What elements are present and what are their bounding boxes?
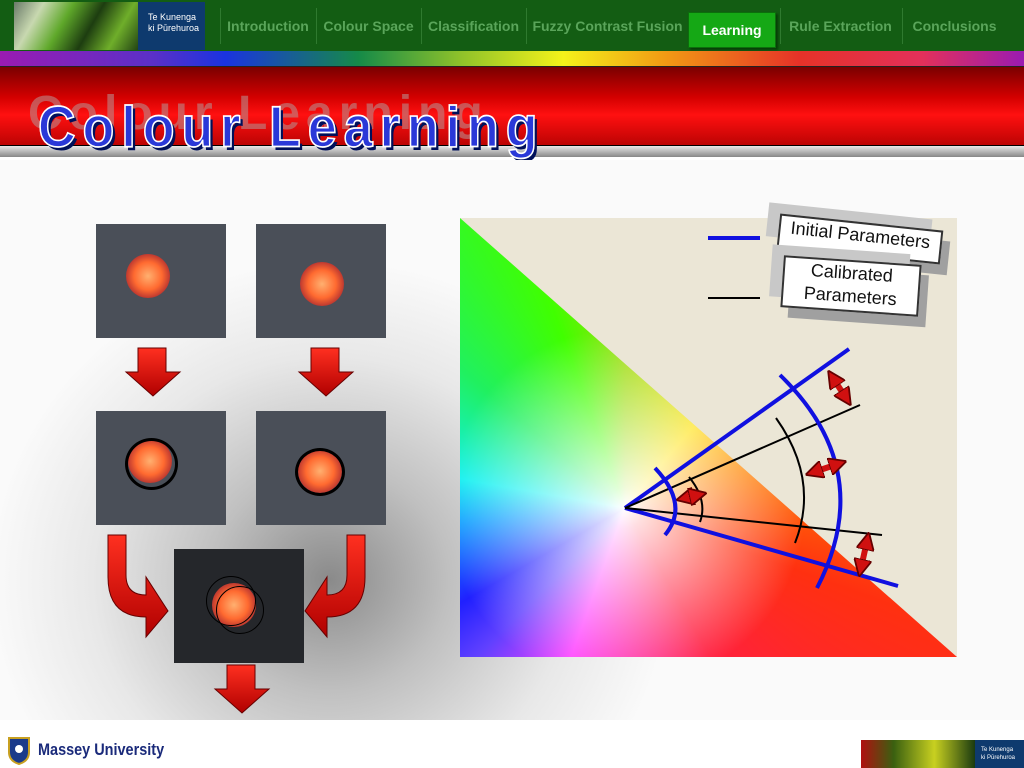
massey-university-logo: Massey University bbox=[4, 735, 186, 765]
double-arrow-icon bbox=[814, 464, 838, 472]
double-arrow-icon bbox=[685, 495, 698, 498]
calibrated-boundary-lower bbox=[624, 507, 883, 536]
diagram-overlay bbox=[623, 236, 899, 589]
footer-logo-line-1: Te Kunenga bbox=[981, 747, 1014, 753]
initial-boundary-upper bbox=[623, 347, 851, 510]
footer-logo-line-2: ki Pūrehuroa bbox=[981, 755, 1016, 761]
initial-boundary-lower bbox=[624, 506, 899, 588]
double-arrow-icon bbox=[861, 541, 867, 568]
double-arrow-icon bbox=[833, 378, 846, 398]
calibrated-boundary-upper bbox=[624, 404, 861, 509]
footer-logo-right: Te Kunenga ki Pūrehuroa bbox=[861, 740, 1024, 768]
initial-inner-arc bbox=[653, 466, 678, 537]
university-name: Massey University bbox=[38, 740, 165, 759]
university-crest-icon bbox=[8, 737, 30, 765]
